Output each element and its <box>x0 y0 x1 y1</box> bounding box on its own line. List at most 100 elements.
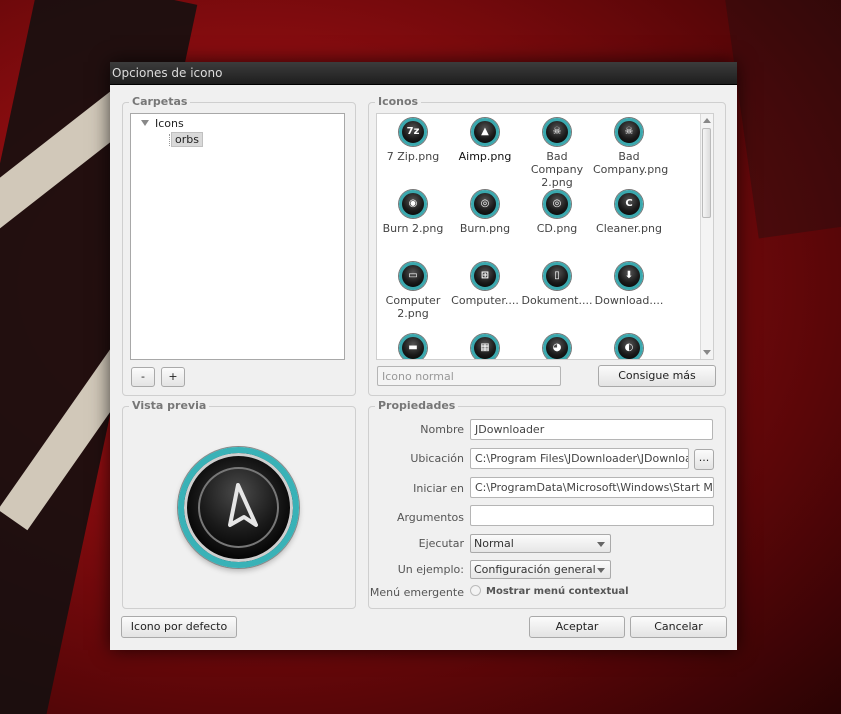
get-more-button[interactable]: Consigue más <box>598 365 716 387</box>
icon-file-label: Bad Company 2.png <box>530 150 584 189</box>
start-in-input[interactable]: C:\ProgramData\Microsoft\Windows\Start M… <box>470 477 714 498</box>
icon-file-label: Computer 2.png <box>385 294 441 320</box>
orb-glyph: ☠ <box>552 126 562 137</box>
orb-glyph: ◎ <box>552 198 562 209</box>
arguments-label: Argumentos <box>396 511 464 524</box>
partial-orb-icon-4: ◐ <box>615 334 643 359</box>
run-label: Ejecutar <box>418 537 464 550</box>
icon-grid-item[interactable]: C Cleaner.png <box>593 190 665 235</box>
icon-grid-item[interactable]: ▯ Dokument.... <box>521 262 593 307</box>
icon-grid-item[interactable]: ◐ <box>593 334 665 359</box>
chevron-down-icon <box>597 568 605 573</box>
aimp-orb-icon: ▲ <box>471 118 499 146</box>
orb-glyph: ◕ <box>552 342 562 353</box>
burn-orb-icon: ◎ <box>471 190 499 218</box>
example-label: Un ejemplo: <box>397 563 464 576</box>
icon-grid-item[interactable]: ⬇ Download.... <box>593 262 665 307</box>
remove-folder-button[interactable]: - <box>131 367 155 387</box>
popup-menu-label: Menú emergente <box>369 586 464 599</box>
partial-orb-icon-3: ◕ <box>543 334 571 359</box>
popup-menu-option[interactable]: Mostrar menú contextual <box>486 586 629 597</box>
tree-item-icons[interactable]: Icons <box>155 117 184 130</box>
scroll-up-icon[interactable] <box>703 118 711 123</box>
folders-group-title: Carpetas <box>129 95 191 108</box>
orb-glyph: ⬇ <box>624 270 634 281</box>
icon-grid-item[interactable]: ▦ <box>449 334 521 359</box>
example-value: Configuración general <box>474 563 596 576</box>
computer-orb-icon: ⊞ <box>471 262 499 290</box>
icon-file-label: Cleaner.png <box>596 222 662 235</box>
orb-glyph: C <box>625 198 633 209</box>
arguments-input[interactable] <box>470 505 714 526</box>
properties-group-title: Propiedades <box>375 399 459 412</box>
icon-grid-item[interactable]: ☠ Bad Company 2.png <box>521 118 593 189</box>
orb-glyph: ▬ <box>408 342 418 353</box>
icon-grid-item[interactable]: ▭ Computer 2.png <box>377 262 449 320</box>
orb-glyph: 7z <box>406 126 420 137</box>
icon-file-label: 7 Zip.png <box>386 150 440 163</box>
wallpaper-dark-patch <box>722 0 841 239</box>
icon-file-label: Computer.... <box>451 294 519 307</box>
icon-grid-item[interactable]: ◕ <box>521 334 593 359</box>
icon-grid-item[interactable]: ▬ <box>377 334 449 359</box>
icon-file-label: CD.png <box>536 222 578 235</box>
icon-grid-item[interactable]: 7z 7 Zip.png <box>377 118 449 163</box>
name-label: Nombre <box>420 423 464 436</box>
icon-file-label: Burn 2.png <box>382 222 444 235</box>
partial-orb-icon-2: ▦ <box>471 334 499 359</box>
icon-grid-item[interactable]: ◉ Burn 2.png <box>377 190 449 235</box>
icons-group-title: Iconos <box>375 95 422 108</box>
folder-tree[interactable]: Icons orbs <box>130 113 345 360</box>
example-select[interactable]: Configuración general <box>470 560 611 579</box>
icon-filter-input[interactable]: Icono normal <box>377 366 561 386</box>
icon-grid-item[interactable]: ☠ Bad Company.png <box>593 118 669 176</box>
cd-orb-icon: ◎ <box>543 190 571 218</box>
preview-group-title: Vista previa <box>129 399 210 412</box>
orb-glyph: ◐ <box>624 342 634 353</box>
icon-grid-item[interactable]: ◎ Burn.png <box>449 190 521 235</box>
computer-2-orb-icon: ▭ <box>399 262 427 290</box>
browse-location-button[interactable]: ... <box>694 449 714 470</box>
icon-file-label: Dokument.... <box>521 294 593 307</box>
cleaner-orb-icon: C <box>615 190 643 218</box>
accept-button[interactable]: Aceptar <box>529 616 625 638</box>
partial-orb-icon-1: ▬ <box>399 334 427 359</box>
orb-glyph: ▦ <box>480 342 490 353</box>
icon-file-label: Bad Company.png <box>593 150 669 176</box>
icon-grid-item[interactable]: ▲ Aimp.png <box>449 118 521 163</box>
run-mode-select[interactable]: Normal <box>470 534 611 553</box>
7zip-orb-icon: 7z <box>399 118 427 146</box>
icon-file-label: Burn.png <box>459 222 511 235</box>
location-input[interactable]: C:\Program Files\JDownloader\JDownloader <box>470 448 689 469</box>
dialog-title: Opciones de icono <box>110 62 737 85</box>
bad-company-orb-icon: ☠ <box>615 118 643 146</box>
orb-glyph: ☠ <box>624 126 634 137</box>
add-folder-button[interactable]: + <box>161 367 185 387</box>
burn-2-orb-icon: ◉ <box>399 190 427 218</box>
tree-item-orbs[interactable]: orbs <box>171 132 203 147</box>
icon-grid-scrollbar[interactable] <box>700 114 713 359</box>
orb-glyph: ▯ <box>554 270 560 281</box>
icon-grid[interactable]: 7z 7 Zip.png ▲ Aimp.png ☠ Bad Company 2.png ☠ B… <box>376 113 714 360</box>
icon-file-label: Download.... <box>594 294 664 307</box>
dokument-orb-icon: ▯ <box>543 262 571 290</box>
orb-glyph: ▲ <box>481 126 489 137</box>
icon-grid-item[interactable]: ◎ CD.png <box>521 190 593 235</box>
scroll-down-icon[interactable] <box>703 350 711 355</box>
bad-company-2-orb-icon: ☠ <box>543 118 571 146</box>
icon-grid-item[interactable]: ⊞ Computer.... <box>449 262 521 307</box>
popup-menu-radio[interactable] <box>470 585 481 596</box>
icon-file-label: Aimp.png <box>458 150 512 163</box>
orb-glyph: ◉ <box>408 198 418 209</box>
scrollbar-thumb[interactable] <box>702 128 711 218</box>
chevron-down-icon <box>597 542 605 547</box>
aimp-logo-icon <box>228 483 258 527</box>
orb-glyph: ⊞ <box>480 270 490 281</box>
download-orb-icon: ⬇ <box>615 262 643 290</box>
preview-orb-icon <box>178 447 299 568</box>
expand-arrow-icon[interactable] <box>141 120 149 126</box>
orb-glyph: ◎ <box>480 198 490 209</box>
default-icon-button[interactable]: Icono por defecto <box>121 616 237 638</box>
cancel-button[interactable]: Cancelar <box>630 616 727 638</box>
name-input[interactable]: JDownloader <box>470 419 713 440</box>
